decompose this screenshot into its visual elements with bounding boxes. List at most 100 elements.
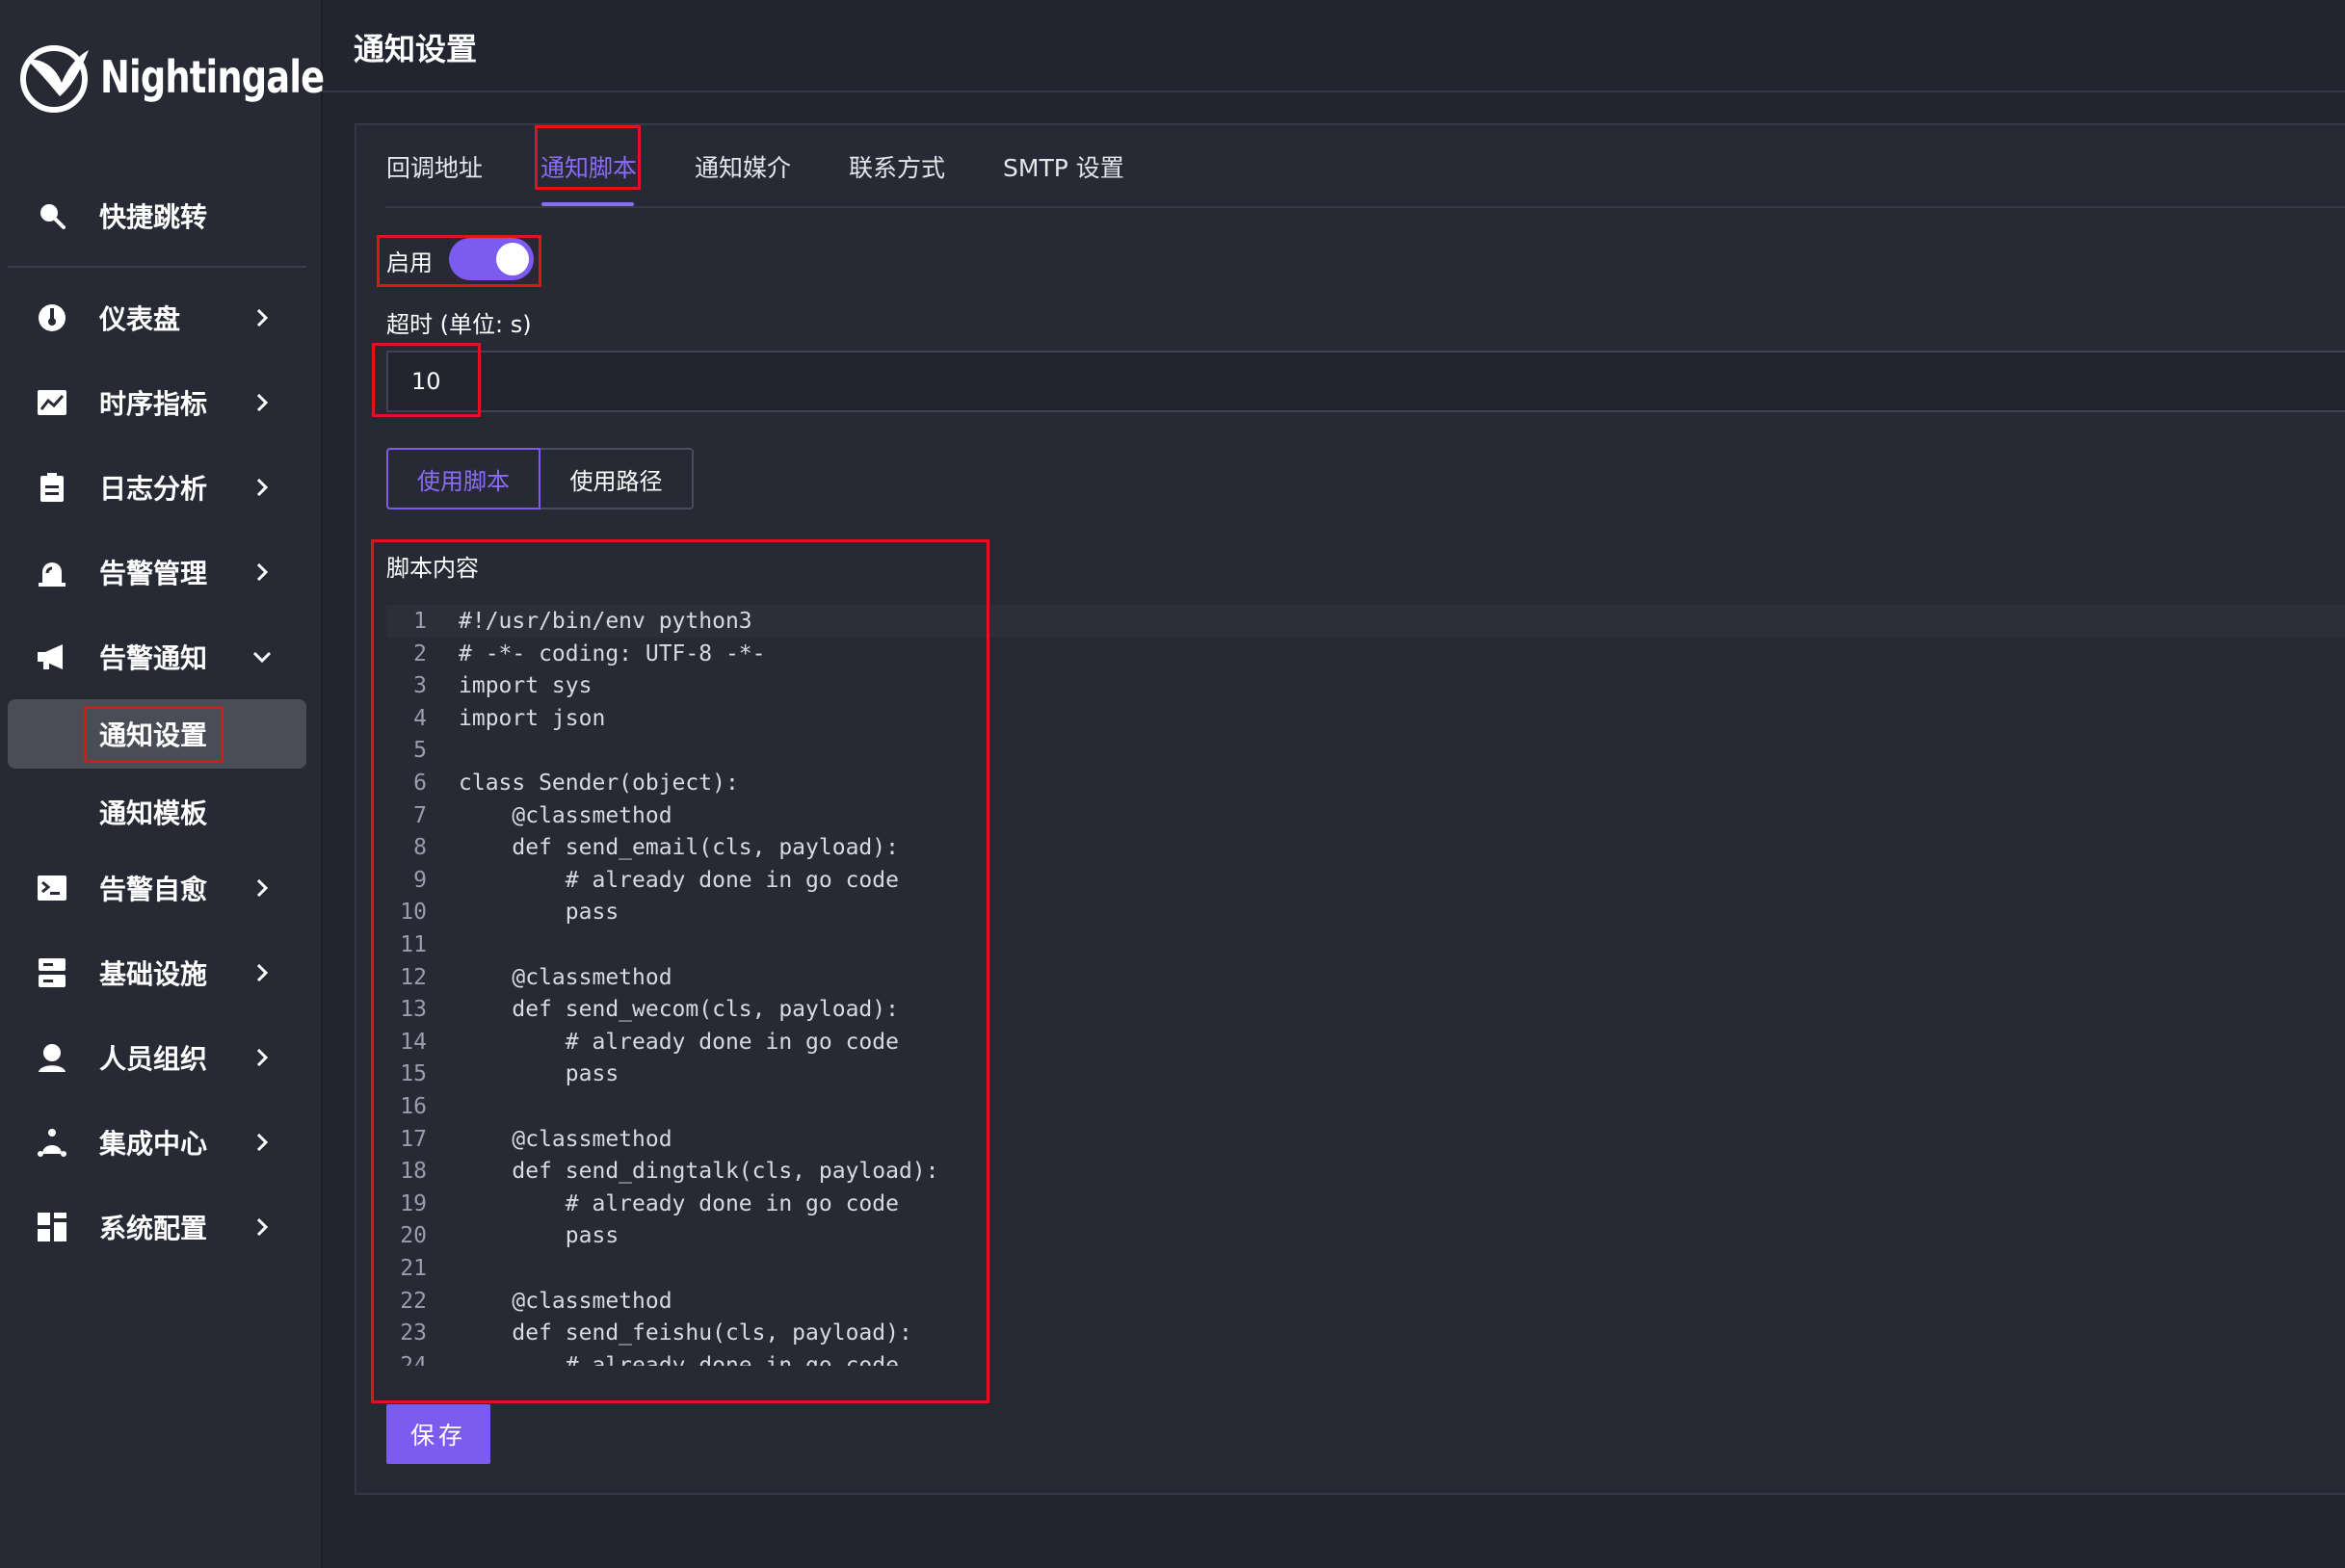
chevron-down-icon [250,645,274,668]
sidebar-item-integration[interactable]: 集成中心 [8,1109,306,1176]
sidebar-item-dashboard[interactable]: 仪表盘 [8,284,306,352]
sidebar-item-people[interactable]: 人员组织 [8,1024,306,1091]
sidebar-item-label: 仪表盘 [99,303,181,335]
tab-callback-url[interactable]: 回调地址 [386,149,483,184]
sidebar-item-label: 告警管理 [99,558,208,589]
line-number: 18 [400,1159,427,1185]
code-line: 3 import sys [386,669,2345,702]
code-line: 9 # already done in go code [386,864,2345,897]
line-number: 12 [400,964,427,990]
log-icon [35,470,69,505]
chevron-right-icon [250,876,274,900]
code-text: def send_dingtalk(cls, payload): [459,1159,939,1185]
line-number: 23 [400,1320,427,1346]
sidebar-item-label: 基础设施 [99,958,208,990]
line-number: 9 [413,867,427,893]
sidebar-item-label: 日志分析 [99,473,208,505]
code-line: 20 pass [386,1219,2345,1252]
line-chart-icon [35,385,69,420]
code-text: pass [459,900,619,926]
code-text: # already done in go code [459,1190,899,1216]
tab-contacts[interactable]: 联系方式 [849,149,945,184]
line-number: 17 [400,1126,427,1152]
page-title: 通知设置 [354,31,478,67]
sidebar-subitem-label: 通知设置 [99,719,208,751]
sidebar-item-alert-management[interactable]: 告警管理 [8,538,306,606]
code-text: @classmethod [459,802,672,828]
sidebar-item-infrastructure[interactable]: 基础设施 [8,939,306,1006]
code-line: 1 #!/usr/bin/env python3 [386,605,2345,638]
code-line: 22 @classmethod [386,1285,2345,1318]
user-icon [35,1040,69,1075]
title-divider [323,91,2345,92]
dashboard-icon [35,301,69,335]
code-text: # already done in go code [459,1029,899,1055]
sidebar-subitem-label: 通知模板 [99,797,208,829]
chevron-right-icon [250,476,274,499]
script-content-label: 脚本内容 [386,555,479,582]
line-number: 4 [413,705,427,731]
line-number: 11 [400,932,427,957]
use-path-option[interactable]: 使用路径 [539,448,694,510]
line-number: 19 [400,1190,427,1216]
sidebar-item-label: 告警自愈 [99,874,208,905]
sidebar-item-alert-notification[interactable]: 告警通知 [8,623,306,691]
enable-toggle[interactable] [449,238,534,280]
chevron-right-icon [250,1215,274,1239]
chevron-right-icon [250,561,274,584]
save-button[interactable]: 保存 [386,1404,490,1464]
search-icon [35,198,69,233]
line-number: 2 [413,640,427,666]
code-line: 16 [386,1090,2345,1123]
grid-icon [35,1210,69,1244]
enable-label: 启用 [386,249,433,276]
sidebar-item-self-healing[interactable]: 告警自愈 [8,854,306,922]
code-text: import sys [459,673,593,699]
chevron-right-icon [250,306,274,329]
code-line: 15 pass [386,1058,2345,1090]
sidebar-subitem-notification-settings[interactable]: 通知设置 [8,699,306,769]
code-text: pass [459,1223,619,1249]
tab-smtp-settings[interactable]: SMTP 设置 [1003,149,1124,184]
line-number: 15 [400,1061,427,1087]
code-line: 21 [386,1252,2345,1285]
code-line: 24 # already done in go code [386,1349,2345,1366]
line-number: 6 [413,771,427,796]
timeout-input[interactable] [386,351,2345,412]
code-text: def send_email(cls, payload): [459,835,899,861]
tab-notify-media[interactable]: 通知媒介 [695,149,791,184]
code-line: 18 def send_dingtalk(cls, payload): [386,1155,2345,1188]
code-text: def send_feishu(cls, payload): [459,1320,912,1346]
code-editor[interactable]: 1 #!/usr/bin/env python3 2 # -*- coding: UT… [386,605,2345,1366]
app-logo[interactable]: Nightingale [17,39,380,116]
chevron-right-icon [250,961,274,984]
line-number: 1 [413,609,427,634]
sidebar-item-label: 时序指标 [99,388,208,420]
sidebar-item-label: 告警通知 [99,642,208,674]
terminal-icon [35,871,69,905]
tabs-divider [385,206,2345,208]
sidebar-item-label: 系统配置 [99,1213,208,1244]
code-line: 13 def send_wecom(cls, payload): [386,993,2345,1026]
sidebar-item-logs[interactable]: 日志分析 [8,454,306,521]
code-line: 12 @classmethod [386,961,2345,994]
quick-jump-label: 快捷跳转 [99,201,208,233]
line-number: 7 [413,802,427,828]
use-script-option[interactable]: 使用脚本 [386,448,540,510]
tab-notify-script[interactable]: 通知脚本 [540,149,637,184]
code-text: # already done in go code [459,867,899,893]
line-number: 3 [413,673,427,699]
sidebar-item-metrics[interactable]: 时序指标 [8,369,306,436]
line-number: 16 [400,1094,427,1119]
sidebar-item-system-config[interactable]: 系统配置 [8,1193,306,1261]
app-name: Nightingale [100,51,325,103]
timeout-label: 超时 (单位: s) [386,311,532,338]
line-number: 24 [400,1352,427,1366]
code-text: class Sender(object): [459,771,739,796]
quick-jump[interactable]: 快捷跳转 [8,182,306,249]
code-line: 8 def send_email(cls, payload): [386,831,2345,864]
sidebar-item-label: 集成中心 [99,1128,208,1160]
line-number: 20 [400,1223,427,1249]
code-text: pass [459,1061,619,1087]
sidebar-subitem-notification-templates[interactable]: 通知模板 [8,777,306,847]
